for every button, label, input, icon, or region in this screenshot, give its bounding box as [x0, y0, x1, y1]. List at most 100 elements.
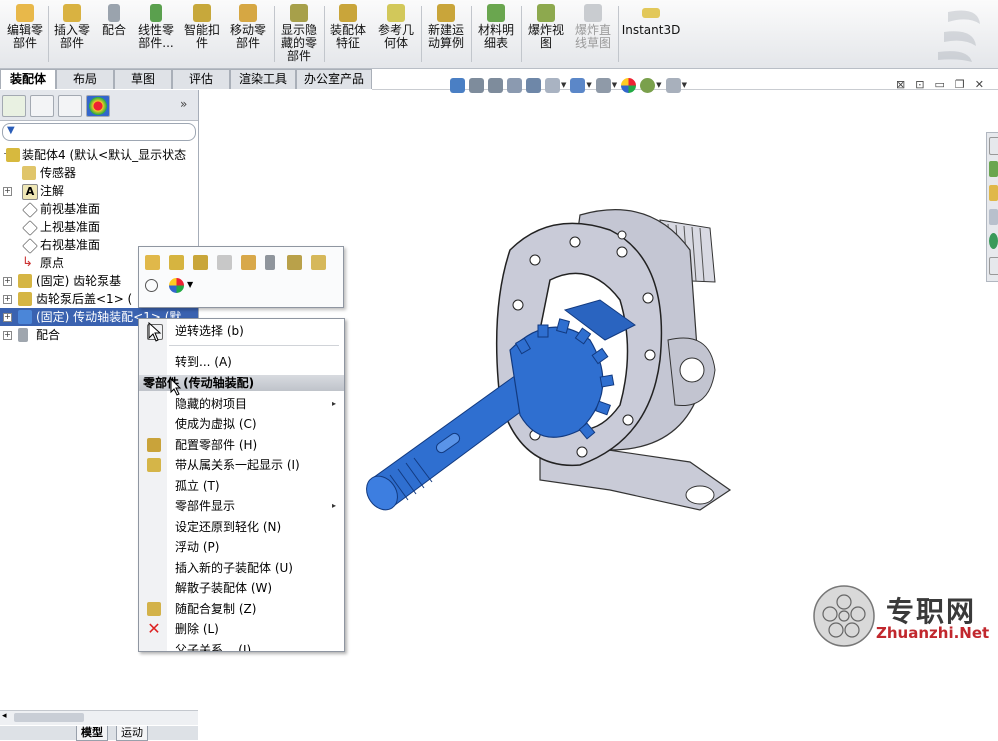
properties-icon[interactable]: [311, 255, 326, 270]
file-explorer-tab-icon[interactable]: [989, 185, 998, 201]
edit-appearance-icon[interactable]: [621, 77, 637, 93]
tree-item-top-plane[interactable]: 上视基准面: [0, 218, 198, 236]
menu-item-delete[interactable]: ✕ 删除 (L): [139, 619, 344, 639]
resources-tab-icon[interactable]: [989, 137, 998, 155]
exploded-view-button[interactable]: 爆炸视 图: [524, 4, 568, 66]
smart-fastener-button[interactable]: 智能扣 件: [181, 4, 223, 66]
menu-item-parent-child[interactable]: 父子关系... (J): [139, 640, 344, 652]
context-menu: 逆转选择 (b) 转到... (A) 零部件 (传动轴装配) 隐藏的树项目 ▸ 使…: [138, 318, 345, 652]
viewport-next-icon[interactable]: ⊡: [915, 78, 924, 91]
tab-layout[interactable]: 布局: [56, 69, 114, 89]
tab-model[interactable]: 模型: [76, 726, 108, 741]
apply-scene-icon[interactable]: [640, 77, 656, 93]
smart-mates-icon[interactable]: [241, 255, 256, 270]
appearances-tab-icon[interactable]: [989, 233, 998, 249]
tab-layout-label: 布局: [72, 72, 97, 86]
bill-of-materials-button[interactable]: 材料明 细表: [474, 4, 518, 66]
zoom-to-fit-icon[interactable]: [450, 77, 465, 93]
menu-item-copy-with-mates[interactable]: 随配合复制 (Z): [139, 599, 344, 619]
tree-horizontal-scrollbar[interactable]: ◂: [0, 710, 198, 725]
viewport-prev-icon[interactable]: ⊠: [896, 78, 905, 91]
display-style-icon[interactable]: [570, 77, 586, 93]
viewport-minimize-icon[interactable]: ▭: [934, 78, 944, 91]
fix-icon[interactable]: [287, 255, 302, 270]
menu-item-show-with-dependents[interactable]: 带从属关系一起显示 (I): [139, 455, 344, 475]
custom-properties-tab-icon[interactable]: [989, 257, 998, 275]
section-view-icon[interactable]: [507, 77, 522, 93]
tree-item-annotations[interactable]: + A 注解: [0, 182, 198, 200]
linear-pattern-button[interactable]: 线性零 部件...: [134, 4, 178, 66]
zoom-area-icon[interactable]: [469, 77, 484, 93]
mouse-cursor-icon: [148, 322, 162, 342]
tab-sketch[interactable]: 草图: [114, 69, 172, 89]
menu-item-float[interactable]: 浮动 (P): [139, 537, 344, 557]
scroll-thumb[interactable]: [14, 713, 84, 722]
instant3d-button[interactable]: Instant3D: [622, 4, 680, 66]
design-library-tab-icon[interactable]: [989, 161, 998, 177]
expand-toggle-icon[interactable]: +: [3, 295, 12, 304]
zoom-to-selection-icon[interactable]: [145, 279, 158, 292]
hide-components-icon[interactable]: [193, 255, 208, 270]
mate-button[interactable]: 配合: [96, 4, 132, 66]
appearance-icon[interactable]: [169, 278, 184, 293]
tab-assembly[interactable]: 装配体: [0, 69, 56, 89]
tree-item-front-plane[interactable]: 前视基准面: [0, 200, 198, 218]
menu-item-make-virtual[interactable]: 使成为虚拟 (C): [139, 414, 344, 434]
menu-item-dissolve-subassembly[interactable]: 解散子装配体 (W): [139, 578, 344, 598]
change-transparency-icon[interactable]: [217, 255, 232, 270]
expand-toggle-icon[interactable]: +: [3, 313, 12, 322]
menu-item-set-resolved-to-lightweight[interactable]: 设定还原到轻化 (N): [139, 517, 344, 537]
edit-component-button[interactable]: 编辑零 部件: [4, 4, 46, 66]
menu-item-hidden-tree-items[interactable]: 隐藏的树项目 ▸: [139, 394, 344, 414]
assembly-feature-button[interactable]: 装配体 特征: [327, 4, 369, 66]
tree-filter-input[interactable]: ▼: [2, 123, 196, 141]
property-manager-tab-icon[interactable]: [30, 95, 54, 117]
insert-component-button[interactable]: 插入零 部件: [51, 4, 93, 66]
open-part-icon[interactable]: [145, 255, 160, 270]
menu-item-component-display[interactable]: 零部件显示 ▸: [139, 496, 344, 516]
reference-geometry-button[interactable]: 参考几 何体: [374, 4, 418, 66]
tab-motion[interactable]: 运动: [116, 726, 148, 741]
display-manager-tab-icon[interactable]: [86, 95, 110, 117]
hide-show-items-icon[interactable]: [595, 77, 611, 93]
new-motion-study-button[interactable]: 新建运 动算例: [424, 4, 468, 66]
viewport-close-icon[interactable]: ✕: [975, 78, 984, 91]
previous-view-icon[interactable]: [488, 77, 503, 93]
mate-icon[interactable]: [265, 255, 275, 270]
menu-item-insert-new-subassembly[interactable]: 插入新的子装配体 (U): [139, 558, 344, 578]
hide-show-dropdown-icon[interactable]: ▼: [612, 81, 617, 89]
menu-item-invert-selection[interactable]: 逆转选择 (b): [139, 321, 344, 341]
tab-office-products[interactable]: 办公室产品: [296, 69, 372, 89]
view-orientation-dropdown-icon[interactable]: ▼: [561, 81, 566, 89]
feature-manager-tab-icon[interactable]: [2, 95, 26, 117]
expand-toggle-icon[interactable]: +: [3, 331, 12, 340]
configuration-manager-tab-icon[interactable]: [58, 95, 82, 117]
menu-item-configure-component[interactable]: 配置零部件 (H): [139, 435, 344, 455]
scroll-left-icon[interactable]: ◂: [2, 711, 7, 721]
tab-evaluate[interactable]: 评估: [172, 69, 230, 89]
tree-item-assembly-root[interactable]: − 装配体4 (默认<默认_显示状态: [0, 146, 198, 164]
explode-line-sketch-button[interactable]: 爆炸直 线草图: [571, 4, 615, 66]
dynamic-annotation-icon[interactable]: [526, 77, 541, 93]
tab-render-tools[interactable]: 渲染工具: [230, 69, 296, 89]
open-assembly-icon[interactable]: [169, 255, 184, 270]
menu-item-label: 父子关系... (J): [175, 643, 252, 652]
view-orientation-icon[interactable]: [545, 77, 560, 93]
tree-item-sensors[interactable]: 传感器: [0, 164, 198, 182]
assembly-icon: [6, 148, 20, 162]
viewport-restore-icon[interactable]: ❐: [955, 78, 965, 91]
menu-item-isolate[interactable]: 孤立 (T): [139, 476, 344, 496]
apply-scene-dropdown-icon[interactable]: ▼: [656, 81, 661, 89]
view-settings-dropdown-icon[interactable]: ▼: [682, 81, 687, 89]
show-hidden-components-button[interactable]: 显示隐 藏的零 部件: [277, 4, 321, 66]
appearance-dropdown-icon[interactable]: ▼: [187, 280, 193, 289]
move-component-button[interactable]: 移动零 部件: [227, 4, 269, 66]
view-settings-icon[interactable]: [665, 77, 681, 93]
menu-item-go-to[interactable]: 转到... (A): [139, 352, 344, 372]
display-style-dropdown-icon[interactable]: ▼: [586, 81, 591, 89]
gear-pump-model[interactable]: [350, 190, 740, 525]
view-palette-tab-icon[interactable]: [989, 209, 998, 225]
panel-expand-chevron-icon[interactable]: »: [180, 97, 187, 111]
expand-toggle-icon[interactable]: +: [3, 277, 12, 286]
expand-toggle-icon[interactable]: +: [3, 187, 12, 196]
